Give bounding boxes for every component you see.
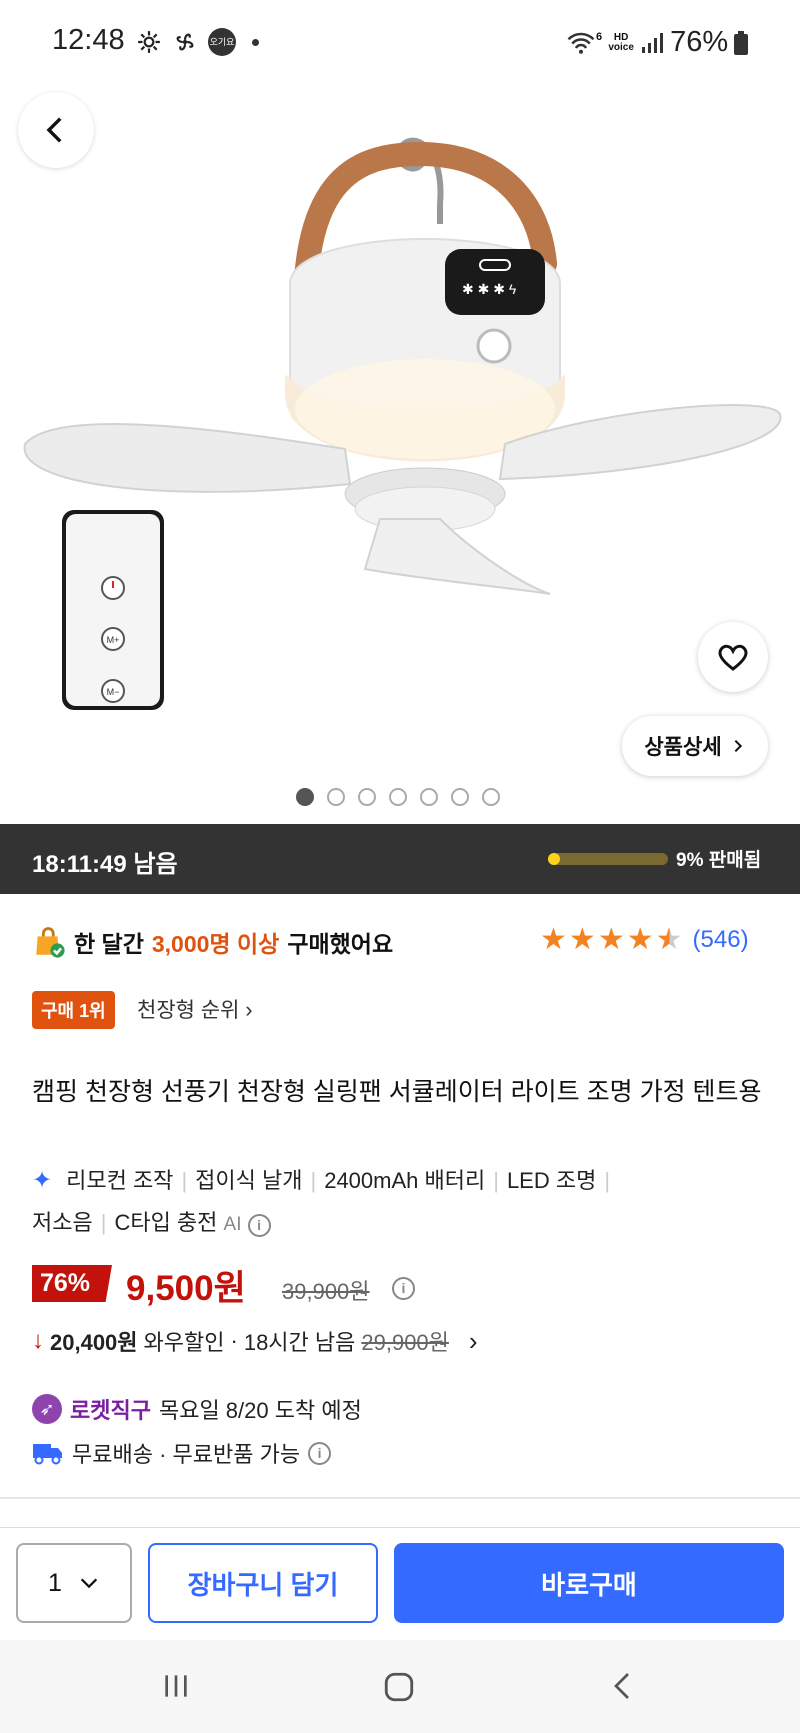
- gear-icon: [138, 31, 160, 53]
- section-divider: [0, 1497, 800, 1499]
- remote-mminus-label: M−: [107, 687, 120, 697]
- free-shipping-line: 무료배송 · 무료반품 가능 i: [32, 1437, 332, 1469]
- deal-time-remaining: 18:11:49 남음: [32, 851, 178, 878]
- dot-icon: [252, 38, 259, 46]
- free-shipping-text: 무료배송 · 무료반품 가능: [72, 1442, 301, 1467]
- info-icon[interactable]: i: [247, 1214, 271, 1237]
- feature-item: 저소음: [32, 1210, 93, 1235]
- shopping-bag-icon: [36, 927, 65, 958]
- recent-apps-icon[interactable]: [160, 1670, 192, 1702]
- star-icon: ★: [568, 923, 596, 956]
- heart-icon: [718, 644, 748, 671]
- product-title: 캠핑 천장형 선풍기 천장형 실링팬 서큘레이터 라이트 조명 가정 텐트용: [32, 1078, 762, 1106]
- feature-item: C타입 충전: [114, 1210, 218, 1235]
- signal-icon: [642, 32, 664, 53]
- rank-link-label: 천장형 순위: [137, 999, 240, 1022]
- back-button[interactable]: [18, 92, 94, 168]
- chevron-down-icon: [80, 1578, 98, 1589]
- sale-price: 9,500원: [126, 1269, 246, 1308]
- feature-item: 리모컨 조작: [66, 1168, 174, 1193]
- ai-sparkle-icon: ✦: [32, 1167, 53, 1194]
- rocket-icon: ➶: [32, 1394, 62, 1424]
- app-badge-icon: 오기요: [208, 28, 236, 56]
- info-icon[interactable]: i: [308, 1441, 332, 1465]
- status-time: 12:48: [52, 24, 125, 56]
- truck-icon: [33, 1444, 62, 1465]
- feature-item: LED 조명: [506, 1168, 597, 1193]
- home-icon[interactable]: [382, 1670, 416, 1704]
- rocket-label: 로켓직구: [70, 1398, 151, 1423]
- rank-badge: 구매 1위: [32, 991, 115, 1029]
- carousel-dot[interactable]: [451, 788, 469, 806]
- hd-voice-label: HD voice: [608, 31, 634, 53]
- product-image: ✱ ✱ ✱ ϟ M+ M−: [23, 137, 782, 710]
- battery-percent: 76%: [670, 26, 729, 58]
- separator-dot: ·: [230, 1328, 238, 1353]
- original-price: 39,900원: [282, 1279, 370, 1304]
- rating-stars[interactable]: ★ ★ ★ ★ ★ (546): [540, 925, 749, 955]
- sold-percent-label: 9% 판매됨: [676, 850, 762, 871]
- sold-progress-fill: [548, 853, 560, 865]
- wow-discount-line[interactable]: ↓ 20,400원 와우할인 · 18시간 남음 29,900원 ›: [32, 1325, 478, 1357]
- status-right: 6 HD voice 76%: [566, 26, 749, 59]
- star-icon: ★: [626, 923, 654, 956]
- wow-time-left: 18시간 남음: [243, 1330, 356, 1355]
- product-image-carousel[interactable]: ✱ ✱ ✱ ϟ M+ M−: [0, 64, 800, 824]
- wifi-number: 6: [596, 30, 603, 43]
- sold-progress-track: [548, 853, 668, 865]
- feature-item: 접이식 날개: [195, 1168, 303, 1193]
- carousel-indicators: [296, 788, 500, 806]
- carousel-dot[interactable]: [358, 788, 376, 806]
- purchase-suffix: 구매했어요: [287, 931, 394, 957]
- purchase-count-line: 한 달간 3,000명 이상 구매했어요: [32, 925, 393, 959]
- purchase-highlight: 3,000명 이상: [151, 931, 280, 957]
- arrival-date: 목요일 8/20 도착 예정: [158, 1398, 362, 1423]
- half-star-icon: ★: [655, 923, 683, 956]
- system-nav-bar: [0, 1640, 800, 1733]
- back-nav-icon[interactable]: [608, 1670, 640, 1702]
- wifi-icon: [567, 32, 595, 54]
- chevron-right-icon: ›: [468, 1325, 478, 1356]
- product-detail-label: 상품상세: [644, 736, 722, 759]
- rank-link[interactable]: 천장형 순위 ›: [137, 994, 253, 1024]
- carousel-dot[interactable]: [296, 788, 314, 806]
- chevron-right-icon: ›: [245, 997, 253, 1022]
- chevron-left-icon: [46, 117, 62, 143]
- wow-label: 와우할인: [143, 1330, 225, 1355]
- purchase-prefix: 한 달간: [74, 931, 144, 957]
- fan-icon: [176, 33, 194, 51]
- feature-item: 2400mAh 배터리: [324, 1168, 486, 1193]
- ai-label: AI: [223, 1214, 242, 1235]
- discount-badge: 76%: [32, 1265, 112, 1302]
- carousel-dot[interactable]: [389, 788, 407, 806]
- product-detail-button[interactable]: 상품상세: [622, 716, 768, 776]
- remote-mplus-label: M+: [107, 635, 120, 645]
- arrow-down-icon: ↓: [32, 1327, 44, 1354]
- battery-icon: [734, 30, 749, 55]
- carousel-dot[interactable]: [420, 788, 438, 806]
- buy-now-button[interactable]: 바로구매: [394, 1543, 784, 1623]
- rating-count: (546): [692, 926, 749, 953]
- wow-price: 20,400원: [50, 1330, 138, 1355]
- add-to-cart-button[interactable]: 장바구니 담기: [148, 1543, 378, 1623]
- quantity-value: 1: [48, 1568, 62, 1597]
- svg-text:✱ ✱ ✱ ϟ: ✱ ✱ ✱ ϟ: [462, 281, 517, 297]
- carousel-dot[interactable]: [327, 788, 345, 806]
- wow-original-price: 29,900원: [361, 1330, 449, 1355]
- carousel-dot[interactable]: [482, 788, 500, 806]
- chevron-right-icon: [734, 739, 742, 753]
- quantity-select[interactable]: 1: [16, 1543, 132, 1623]
- price-info-icon[interactable]: i: [392, 1277, 415, 1300]
- star-icon: ★: [540, 923, 567, 956]
- star-icon: ★: [597, 923, 625, 956]
- rocket-delivery-line: ➶ 로켓직구 목요일 8/20 도착 예정: [32, 1393, 362, 1425]
- status-icons: 오기요: [136, 28, 259, 56]
- wishlist-button[interactable]: [698, 622, 768, 692]
- feature-list: ✦ 리모컨 조작 | 접이식 날개 | 2400mAh 배터리 | LED 조명 | 저소음 | C타…: [32, 1167, 611, 1237]
